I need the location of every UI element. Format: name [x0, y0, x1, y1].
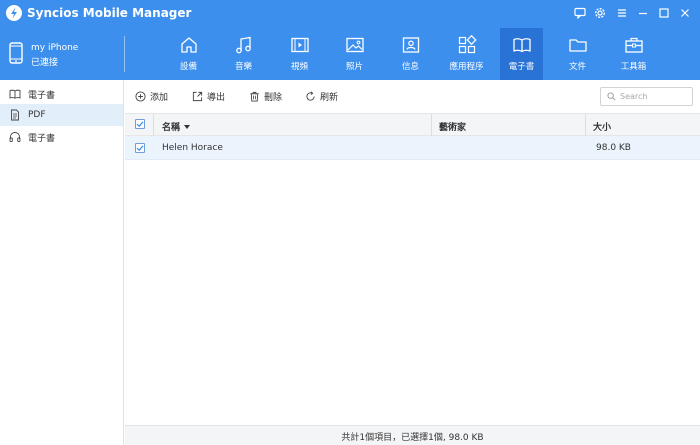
refresh-icon — [306, 90, 315, 101]
status-text: 共計1個項目，已選擇1個, 98.0 KB — [341, 433, 484, 443]
phone-icon — [9, 42, 23, 64]
tab-device[interactable]: 設備 — [167, 28, 210, 80]
gear-icon — [594, 7, 606, 19]
add-label: 添加 — [150, 92, 169, 103]
syncios-logo-icon — [6, 5, 22, 21]
tab-label: 電子書 — [508, 62, 535, 72]
minimize-button[interactable] — [634, 4, 652, 22]
sidebar-item-label: 電子書 — [28, 133, 56, 144]
column-divider — [153, 114, 154, 136]
tab-label: 設備 — [179, 62, 197, 72]
refresh-button[interactable]: 刷新 — [305, 88, 338, 104]
search-icon — [607, 92, 616, 101]
app-window: Syncios Mobile Manager my iPhone 已連接 設備 … — [0, 0, 700, 445]
tab-label: 音樂 — [234, 62, 252, 72]
column-header-label: 藝術家 — [439, 123, 467, 133]
checkmark-icon — [136, 145, 144, 152]
tab-messages[interactable]: 信息 — [389, 28, 432, 80]
book-icon — [512, 38, 531, 53]
export-icon — [192, 91, 203, 101]
music-icon — [235, 36, 251, 54]
close-icon — [681, 9, 689, 17]
document-icon — [11, 109, 19, 121]
refresh-label: 刷新 — [320, 92, 339, 103]
column-header-name[interactable]: 名稱 — [162, 120, 191, 133]
home-icon — [180, 37, 197, 53]
sidebar-item-ebooks[interactable]: 電子書 — [0, 83, 123, 105]
plus-circle-icon — [135, 90, 146, 102]
export-label: 導出 — [207, 92, 226, 103]
menu-button[interactable] — [613, 4, 631, 22]
cell-name: Helen Horace — [162, 143, 223, 153]
cell-size: 98.0 KB — [596, 143, 631, 153]
checkmark-icon — [136, 121, 144, 128]
toolbar: 添加 導出 刪除 刷新 — [125, 80, 700, 113]
tab-label: 視頻 — [290, 62, 308, 72]
tab-music[interactable]: 音樂 — [222, 28, 265, 80]
folder-icon — [568, 39, 587, 52]
sidebar-item-label: PDF — [28, 110, 46, 120]
sidebar-item-audiobooks[interactable]: 電子書 — [0, 126, 123, 148]
search-box — [600, 87, 693, 106]
column-header-label: 名稱 — [162, 123, 181, 133]
photo-icon — [345, 37, 364, 53]
video-icon — [290, 37, 309, 53]
search-input[interactable] — [620, 92, 690, 101]
tab-photos[interactable]: 照片 — [333, 28, 376, 80]
apps-icon — [458, 35, 477, 54]
delete-label: 刪除 — [264, 92, 283, 103]
feedback-button[interactable] — [571, 4, 589, 22]
minimize-icon — [639, 12, 647, 15]
column-header-artist[interactable]: 藝術家 — [439, 120, 466, 133]
trash-icon — [250, 91, 259, 102]
tab-label: 應用程序 — [449, 62, 484, 72]
device-name: my iPhone — [31, 43, 79, 53]
device-status: 已連接 — [31, 58, 59, 68]
sidebar-item-label: 電子書 — [28, 90, 56, 101]
contact-card-icon — [402, 37, 419, 53]
add-button[interactable]: 添加 — [135, 88, 168, 104]
column-header-size[interactable]: 大小 — [593, 120, 611, 133]
device-divider — [124, 36, 125, 72]
tab-label: 文件 — [568, 62, 586, 72]
sidebar: 電子書 PDF 電子書 — [0, 80, 124, 445]
delete-button[interactable]: 刪除 — [249, 88, 282, 104]
feedback-icon — [574, 7, 586, 19]
sidebar-item-pdf[interactable]: PDF — [0, 104, 123, 126]
app-title: Syncios Mobile Manager — [27, 6, 192, 20]
tab-ebooks[interactable]: 電子書 — [500, 28, 543, 80]
status-bar: 共計1個項目，已選擇1個, 98.0 KB — [125, 425, 700, 445]
tab-video[interactable]: 視頻 — [278, 28, 321, 80]
table-row[interactable]: Helen Horace 98.0 KB — [125, 136, 700, 160]
column-divider — [431, 114, 432, 136]
tab-label: 信息 — [401, 62, 419, 72]
row-checkbox[interactable] — [135, 143, 145, 153]
sort-descending-icon — [184, 124, 191, 129]
headphones-icon — [9, 132, 21, 142]
tab-apps[interactable]: 應用程序 — [445, 28, 488, 80]
title-bar: Syncios Mobile Manager — [0, 0, 700, 26]
table-body: Helen Horace 98.0 KB — [125, 136, 700, 425]
select-all-checkbox[interactable] — [135, 119, 145, 129]
export-button[interactable]: 導出 — [192, 88, 225, 104]
close-button[interactable] — [676, 4, 694, 22]
maximize-icon — [659, 8, 669, 18]
header-bar: Syncios Mobile Manager my iPhone 已連接 設備 … — [0, 0, 700, 80]
device-panel[interactable]: my iPhone 已連接 — [0, 26, 124, 80]
settings-button[interactable] — [591, 4, 609, 22]
book-icon — [9, 89, 21, 99]
table-header: 名稱 藝術家 大小 — [125, 113, 700, 136]
maximize-button[interactable] — [655, 4, 673, 22]
tab-toolbox[interactable]: 工具箱 — [612, 28, 655, 80]
toolbox-icon — [624, 37, 643, 53]
tab-label: 工具箱 — [620, 62, 647, 72]
tab-label: 照片 — [345, 62, 363, 72]
column-header-label: 大小 — [593, 123, 612, 133]
column-divider — [585, 114, 586, 136]
menu-icon — [618, 9, 626, 17]
tab-files[interactable]: 文件 — [556, 28, 599, 80]
